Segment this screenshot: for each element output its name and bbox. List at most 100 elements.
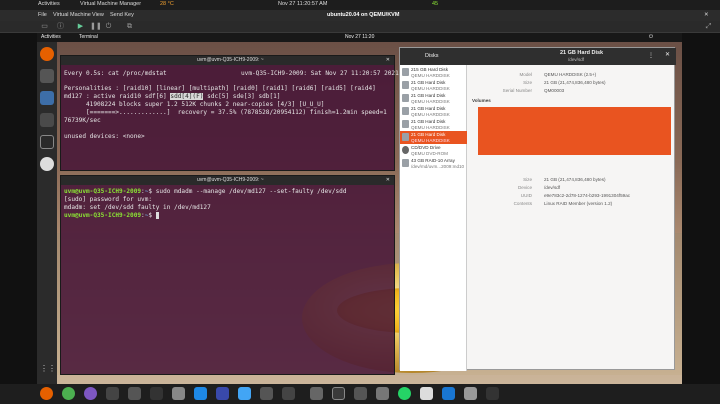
- firefox-icon[interactable]: [40, 387, 53, 400]
- app-icon[interactable]: [238, 387, 251, 400]
- guest-terminal-menu[interactable]: Terminal: [79, 34, 98, 40]
- menu-send-key[interactable]: Send Key: [110, 12, 134, 18]
- snapshot-icon[interactable]: ⧉: [125, 23, 134, 31]
- disk-item-title: 21 GB Hard Disk: [411, 119, 446, 124]
- app-icon[interactable]: [310, 387, 323, 400]
- disk-item-title: 215 GB Hard Disk: [411, 67, 449, 72]
- screen: Activities Virtual Machine Manager 28 °C…: [0, 0, 720, 404]
- disk-item-sub: QEMU HARDDISK: [411, 73, 450, 78]
- terminal-icon[interactable]: [40, 135, 54, 149]
- close-icon[interactable]: ✕: [704, 12, 709, 18]
- raid-array-icon: [402, 159, 409, 167]
- disks-headerbar: Disks 21 GB Hard Disk /dev/sdf ⋮ ✕: [400, 48, 676, 65]
- guest-top-bar: Activities Terminal Nov 27 11:20 ⏻: [37, 33, 682, 42]
- app-icon[interactable]: [354, 387, 367, 400]
- close-icon[interactable]: ✕: [386, 177, 390, 183]
- app-icon[interactable]: [376, 387, 389, 400]
- media-icon[interactable]: [106, 387, 119, 400]
- settings-icon[interactable]: [150, 387, 163, 400]
- cpu-indicator: 45: [432, 1, 439, 7]
- vol-uuid-value: e9e783c2-2d78-1274-b293-1991304f59ac: [544, 193, 631, 198]
- faulty-device: sdd[4](F): [170, 93, 204, 100]
- vol-contents-value: Linux RAID Member (version 1.2): [544, 201, 613, 206]
- host-clock[interactable]: Nov 27 11:20:57 AM: [278, 1, 327, 7]
- prompt-path: ~: [144, 212, 149, 219]
- command-line-2[interactable]: uvm@uvm-Q35-ICH9-2009:~$: [64, 212, 160, 220]
- disks-window[interactable]: Disks 21 GB Hard Disk /dev/sdf ⋮ ✕ 215 G…: [399, 47, 676, 371]
- terminal-titlebar: uvm@uvm-Q35-ICH9-2009: ~ ✕: [61, 56, 394, 65]
- hard-disk-icon: [402, 81, 409, 89]
- menu-virtual-machine[interactable]: Virtual Machine: [53, 12, 91, 18]
- run-icon[interactable]: ▶: [76, 23, 85, 31]
- app-icon[interactable]: [464, 387, 477, 400]
- app-icon[interactable]: [486, 387, 499, 400]
- app-icon[interactable]: [442, 387, 455, 400]
- power-icon[interactable]: ⏻: [104, 23, 113, 31]
- disk-item[interactable]: 43 GB RAID-10 Array/dev/md/uvm...2009:md…: [400, 157, 467, 170]
- close-icon[interactable]: ✕: [386, 57, 390, 63]
- menu-view[interactable]: View: [92, 12, 104, 18]
- host-app-menu[interactable]: Virtual Machine Manager: [80, 1, 141, 7]
- guest-activities[interactable]: Activities: [41, 34, 61, 40]
- vm-manager-icon[interactable]: [332, 387, 345, 400]
- terminal-watch[interactable]: uvm@uvm-Q35-ICH9-2009: ~ ✕ Every 0.5s: c…: [60, 55, 399, 171]
- disks-icon[interactable]: [40, 157, 54, 171]
- firefox-icon[interactable]: [40, 47, 54, 61]
- disk-item-sub: QEMU HARDDISK: [411, 125, 450, 130]
- menu-file[interactable]: File: [38, 12, 47, 18]
- command-line-1: uvm@uvm-Q35-ICH9-2009:~$ sudo mdadm --ma…: [64, 188, 347, 195]
- disk-item[interactable]: 21 GB Hard Disk QEMU HARDDISK: [400, 118, 467, 131]
- files-icon[interactable]: [40, 69, 54, 83]
- guest-clock[interactable]: Nov 27 11:20: [345, 34, 374, 40]
- disk-item[interactable]: CD/DVD Drive QEMU DVD-ROM: [400, 144, 467, 157]
- mdstat-personalities: Personalities : [raid10] [linear] [multi…: [64, 85, 376, 92]
- disk-item[interactable]: 21 GB Hard Disk QEMU HARDDISK: [400, 105, 467, 118]
- power-icon[interactable]: ⏻: [649, 34, 653, 40]
- mdstat-recovery: [=======>.............] recovery = 37.5%…: [64, 109, 387, 116]
- disk-item-sub: QEMU HARDDISK: [411, 112, 450, 117]
- sudo-prompt: [sudo] password for uvm:: [64, 196, 153, 203]
- app-icon[interactable]: [420, 387, 433, 400]
- monitor-icon[interactable]: ▭: [40, 23, 49, 31]
- terminal-icon[interactable]: [128, 387, 141, 400]
- prop-key: Serial Number: [502, 88, 532, 93]
- hard-disk-icon: [402, 120, 409, 128]
- volume-partition-bar[interactable]: [478, 107, 671, 155]
- disk-item[interactable]: 21 GB Hard Disk QEMU HARDDISK: [400, 79, 467, 92]
- chrome-icon[interactable]: [62, 387, 75, 400]
- disks-header-sub: /dev/sdf: [568, 57, 585, 62]
- disk-item-title: 21 GB Hard Disk: [411, 106, 446, 111]
- teams-icon[interactable]: [216, 387, 229, 400]
- guest-display[interactable]: Activities Terminal Nov 27 11:20 ⏻ ⋮⋮ uv…: [37, 33, 682, 384]
- watch-header-right: uvm-Q35-ICH9-2009: Sat Nov 27 11:20:57 2…: [241, 70, 399, 77]
- host-activities[interactable]: Activities: [38, 1, 60, 7]
- watch-header-left: Every 0.5s: cat /proc/mdstat: [64, 70, 167, 77]
- prop-size-value: 21 GB (21,474,836,480 bytes): [544, 80, 606, 85]
- monitor-icon[interactable]: [40, 113, 54, 127]
- mdstat-array-line: md127 : active raid10 sdf[6] sdd[4](F) s…: [64, 93, 280, 101]
- menu-icon[interactable]: ⋮: [648, 52, 654, 59]
- disks-app-label: Disks: [425, 53, 439, 59]
- prop-serial-value: QM00003: [544, 88, 565, 93]
- close-icon[interactable]: ✕: [665, 51, 670, 58]
- apps-grid-icon[interactable]: ⋮⋮: [40, 364, 56, 378]
- browser-icon[interactable]: [84, 387, 97, 400]
- monitor-icon[interactable]: [282, 387, 295, 400]
- files-icon[interactable]: [260, 387, 273, 400]
- writer-icon[interactable]: [40, 91, 54, 105]
- prop-model-value: QEMU HARDDISK (2.5+): [544, 72, 597, 77]
- fullscreen-icon[interactable]: ⤢: [704, 23, 713, 31]
- prop-key: UUID: [520, 193, 532, 198]
- info-icon[interactable]: ⓘ: [56, 23, 65, 31]
- app-icon[interactable]: [172, 387, 185, 400]
- terminal-commands[interactable]: uvm@uvm-Q35-ICH9-2009: ~ ✕ uvm@uvm-Q35-I…: [60, 175, 395, 375]
- whatsapp-icon[interactable]: [398, 387, 411, 400]
- disk-item[interactable]: 215 GB Hard Disk QEMU HARDDISK: [400, 66, 467, 79]
- telegram-icon[interactable]: [194, 387, 207, 400]
- disk-item-title: CD/DVD Drive: [411, 145, 441, 150]
- disk-item-selected[interactable]: 21 GB Hard Disk QEMU HARDDISK: [400, 131, 467, 144]
- weather-temp: 28 °C: [160, 1, 174, 7]
- vm-menubar: File Virtual Machine View Send Key ubunt…: [0, 10, 720, 21]
- disk-item[interactable]: 21 GB Hard Disk QEMU HARDDISK: [400, 92, 467, 105]
- pause-icon[interactable]: ❚❚: [90, 23, 102, 31]
